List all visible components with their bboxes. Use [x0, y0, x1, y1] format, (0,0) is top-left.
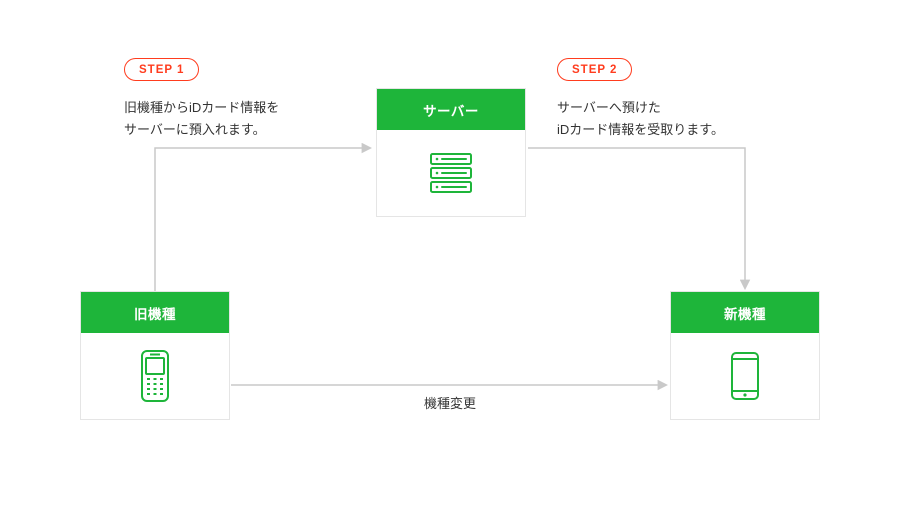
server-icon: [428, 152, 474, 194]
step2-badge: STEP 2: [557, 58, 632, 81]
arrow-old-to-server: [155, 148, 370, 291]
bottom-arrow-label: 機種変更: [0, 393, 900, 412]
diagram-canvas: STEP 1 旧機種からiDカード情報を サーバーに預入れます。 STEP 2 …: [0, 0, 900, 516]
arrow-server-to-new: [528, 148, 745, 288]
step1-badge: STEP 1: [124, 58, 199, 81]
node-server-title: サーバー: [377, 89, 525, 130]
node-server: サーバー: [376, 88, 526, 217]
node-old-device-title: 旧機種: [81, 292, 229, 333]
node-new-device-title: 新機種: [671, 292, 819, 333]
step2-desc: サーバーへ預けた iDカード情報を受取ります。: [557, 97, 724, 141]
step1-desc: 旧機種からiDカード情報を サーバーに預入れます。: [124, 97, 279, 141]
